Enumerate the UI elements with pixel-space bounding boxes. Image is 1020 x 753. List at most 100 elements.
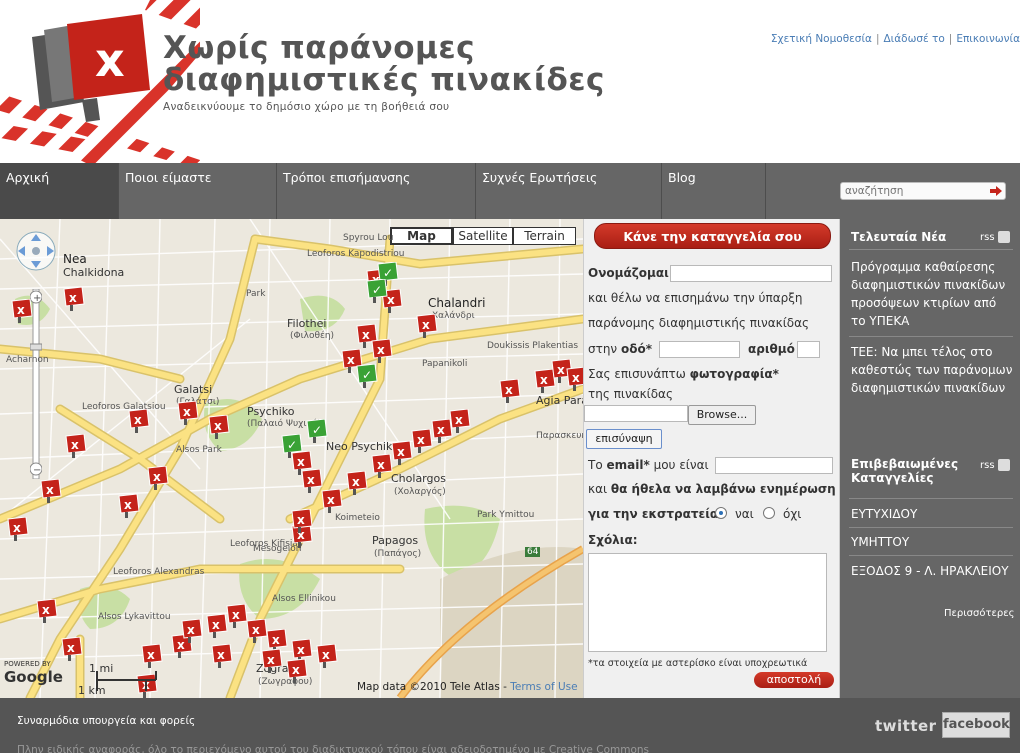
report-marker-icon[interactable]: x bbox=[146, 466, 170, 490]
street-input[interactable] bbox=[659, 341, 740, 358]
report-marker-icon[interactable]: x bbox=[345, 471, 369, 495]
divider bbox=[849, 336, 1013, 337]
svg-text:✓: ✓ bbox=[383, 266, 393, 280]
svg-text:✓: ✓ bbox=[312, 423, 322, 437]
divider bbox=[849, 498, 1013, 499]
report-marker-icon[interactable]: x bbox=[39, 479, 63, 503]
attach-button[interactable]: επισύναψη bbox=[586, 429, 662, 449]
file-path-input[interactable] bbox=[584, 405, 688, 422]
report-marker-icon[interactable]: x bbox=[498, 379, 522, 403]
map-label-alsos-lykavittou: Alsos Lykavittou bbox=[98, 612, 171, 622]
report-marker-icon[interactable]: x bbox=[448, 409, 472, 433]
google-logo[interactable]: Google bbox=[4, 668, 63, 686]
terms-of-use-link[interactable]: Terms of Use bbox=[510, 681, 577, 693]
twitter-link[interactable]: twitter bbox=[875, 717, 937, 735]
report-marker-icon[interactable]: x bbox=[35, 599, 59, 623]
search-input[interactable] bbox=[841, 183, 981, 199]
report-marker-icon[interactable]: x bbox=[10, 299, 34, 323]
report-marker-icon[interactable]: x bbox=[565, 367, 583, 391]
map-label-spyrou-louis: Spyrou Lou bbox=[343, 233, 394, 243]
report-marker-icon[interactable]: x bbox=[285, 659, 309, 683]
nav-item-about[interactable]: Ποιοι είμαστε bbox=[119, 163, 277, 219]
number-input[interactable] bbox=[797, 341, 820, 358]
arrow-right-icon[interactable] bbox=[990, 185, 1002, 197]
report-marker-icon[interactable]: x bbox=[300, 469, 324, 493]
more-link[interactable]: Περισσότερες bbox=[944, 608, 1015, 619]
updates-yes-label: ναι bbox=[735, 507, 754, 521]
report-marker-icon[interactable]: x bbox=[415, 314, 439, 338]
svg-text:x: x bbox=[297, 643, 305, 657]
svg-text:x: x bbox=[42, 603, 50, 617]
map-type-satellite[interactable]: Satellite bbox=[453, 227, 513, 245]
comments-textarea[interactable] bbox=[588, 553, 827, 652]
report-marker-icon[interactable]: x bbox=[180, 619, 204, 643]
pan-control-icon[interactable] bbox=[14, 231, 62, 271]
link-share[interactable]: Διάδωσέ το bbox=[883, 33, 944, 45]
email-suffix: μου είναι bbox=[653, 458, 709, 472]
report-marker-icon[interactable]: x bbox=[207, 415, 231, 439]
link-legislation[interactable]: Σχετική Νομοθεσία bbox=[771, 33, 872, 45]
confirmed-item-2[interactable]: ΥΜΗΤΤΟΥ bbox=[851, 533, 1013, 551]
svg-text:x: x bbox=[95, 33, 125, 87]
link-contact[interactable]: Επικοινωνία bbox=[956, 33, 1020, 45]
report-marker-icon[interactable]: x bbox=[315, 644, 339, 668]
reports-map[interactable]: Map Satellite Terrain + − Nea Chalkidona… bbox=[0, 219, 583, 698]
report-button[interactable]: Κάνε την καταγγελία σου bbox=[594, 223, 831, 249]
facebook-link[interactable]: facebook bbox=[942, 712, 1010, 738]
map-label-agia-paraskevi-gr: Παρασκευή bbox=[536, 431, 583, 441]
browse-button[interactable]: Browse... bbox=[688, 405, 756, 425]
logo-icon: x bbox=[32, 14, 150, 122]
intro-line-2: παράνομης διαφημιστικής πινακίδας bbox=[588, 316, 810, 330]
svg-text:x: x bbox=[252, 623, 260, 637]
confirmed-item-1[interactable]: ΕΥΤΥΧΙΔΟΥ bbox=[851, 505, 1013, 523]
report-marker-icon[interactable]: x bbox=[60, 637, 84, 661]
report-marker-icon[interactable]: x bbox=[260, 649, 284, 673]
svg-text:x: x bbox=[214, 419, 222, 433]
nav-item-how-to-report[interactable]: Τρόποι επισήμανσης bbox=[277, 163, 476, 219]
email-input[interactable] bbox=[715, 457, 833, 474]
send-button[interactable]: αποστολή bbox=[754, 672, 834, 688]
map-credit-text: Map data ©2010 Tele Atlas - bbox=[357, 681, 507, 693]
report-marker-icon[interactable]: x bbox=[64, 434, 88, 458]
report-marker-icon[interactable]: x bbox=[176, 401, 200, 425]
report-marker-icon[interactable]: x bbox=[127, 409, 151, 433]
report-marker-icon[interactable]: x bbox=[370, 339, 394, 363]
name-input[interactable] bbox=[670, 265, 832, 282]
news-rss-link[interactable]: rss bbox=[980, 231, 1010, 243]
svg-text:−: − bbox=[33, 465, 41, 476]
confirmed-marker-icon[interactable]: ✓ bbox=[355, 364, 379, 388]
map-label-alsos-ellinikou: Alsos Ellinikou bbox=[272, 594, 336, 604]
svg-text:x: x bbox=[292, 663, 300, 677]
confirmed-marker-icon[interactable]: ✓ bbox=[365, 279, 389, 303]
confirmed-rss-link[interactable]: rss bbox=[980, 459, 1010, 471]
updates-yes-radio[interactable] bbox=[715, 507, 727, 519]
divider bbox=[849, 527, 1013, 528]
svg-text:x: x bbox=[147, 648, 155, 662]
svg-text:x: x bbox=[153, 470, 161, 484]
report-marker-icon[interactable]: x bbox=[62, 287, 86, 311]
svg-text:x: x bbox=[322, 648, 330, 662]
map-credit: Map data ©2010 Tele Atlas - Terms of Use bbox=[357, 681, 578, 693]
report-marker-icon[interactable]: x bbox=[140, 644, 164, 668]
map-type-map[interactable]: Map bbox=[390, 227, 453, 245]
updates-no-label: όχι bbox=[783, 507, 802, 521]
report-marker-icon[interactable]: x bbox=[290, 509, 314, 533]
nav-item-faq[interactable]: Συχνές Ερωτήσεις bbox=[476, 163, 662, 219]
report-marker-icon[interactable]: x bbox=[117, 494, 141, 518]
svg-text:x: x bbox=[212, 618, 220, 632]
confirmed-item-3[interactable]: ΕΞΟΔΟΣ 9 - Λ. ΗΡΑΚΛΕΙΟΥ bbox=[851, 562, 1013, 580]
nav-item-home[interactable]: Αρχική bbox=[0, 163, 119, 219]
report-marker-icon[interactable]: x bbox=[210, 644, 234, 668]
news-item-1[interactable]: Πρόγραμμα καθαίρεσης διαφημιστικών πινακ… bbox=[851, 258, 1013, 330]
confirmed-marker-icon[interactable]: ✓ bbox=[305, 419, 329, 443]
email-label-text: email* bbox=[606, 458, 650, 472]
news-item-2[interactable]: ΤΕΕ: Να μπει τέλος στο καθεστώς των παρά… bbox=[851, 343, 1013, 397]
nav-item-blog[interactable]: Blog bbox=[662, 163, 766, 219]
confirmed-marker-icon[interactable]: ✓ bbox=[280, 434, 304, 458]
updates-no-radio[interactable] bbox=[763, 507, 775, 519]
svg-text:x: x bbox=[327, 493, 335, 507]
report-marker-icon[interactable]: x bbox=[6, 517, 30, 541]
map-label-cholargos: Cholargos bbox=[391, 472, 446, 485]
comments-label-text: Σχόλια: bbox=[588, 533, 638, 547]
map-type-terrain[interactable]: Terrain bbox=[513, 227, 576, 245]
